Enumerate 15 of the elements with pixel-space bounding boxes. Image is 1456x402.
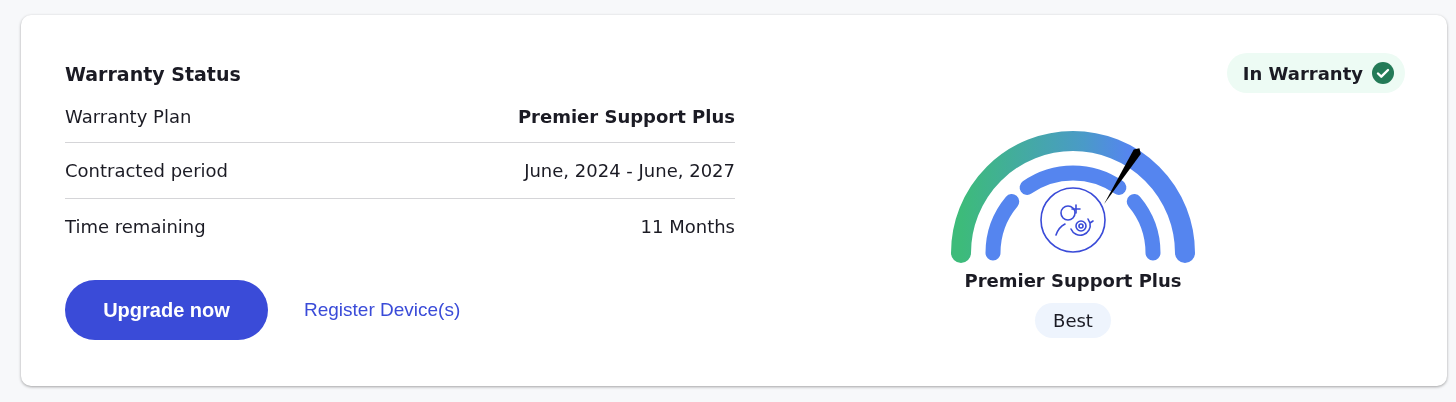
gauge-needle bbox=[1104, 148, 1141, 205]
row-value: Premier Support Plus bbox=[517, 106, 735, 127]
row-label: Warranty Plan bbox=[65, 106, 192, 127]
row-value: 11 Months bbox=[640, 216, 735, 237]
tier-badge: Best bbox=[1035, 303, 1111, 338]
plan-name: Premier Support Plus bbox=[964, 270, 1182, 291]
support-icon bbox=[1040, 187, 1106, 253]
card-title: Warranty Status bbox=[65, 62, 242, 87]
upgrade-button[interactable]: Upgrade now bbox=[65, 280, 268, 340]
checkmark-icon bbox=[1372, 62, 1394, 84]
row-label: Time remaining bbox=[65, 216, 206, 237]
row-label: Contracted period bbox=[65, 160, 228, 181]
register-device-link[interactable]: Register Device(s) bbox=[304, 299, 461, 321]
warranty-status-badge: In Warranty bbox=[1226, 53, 1405, 93]
row-value: June, 2024 - June, 2027 bbox=[524, 160, 735, 181]
